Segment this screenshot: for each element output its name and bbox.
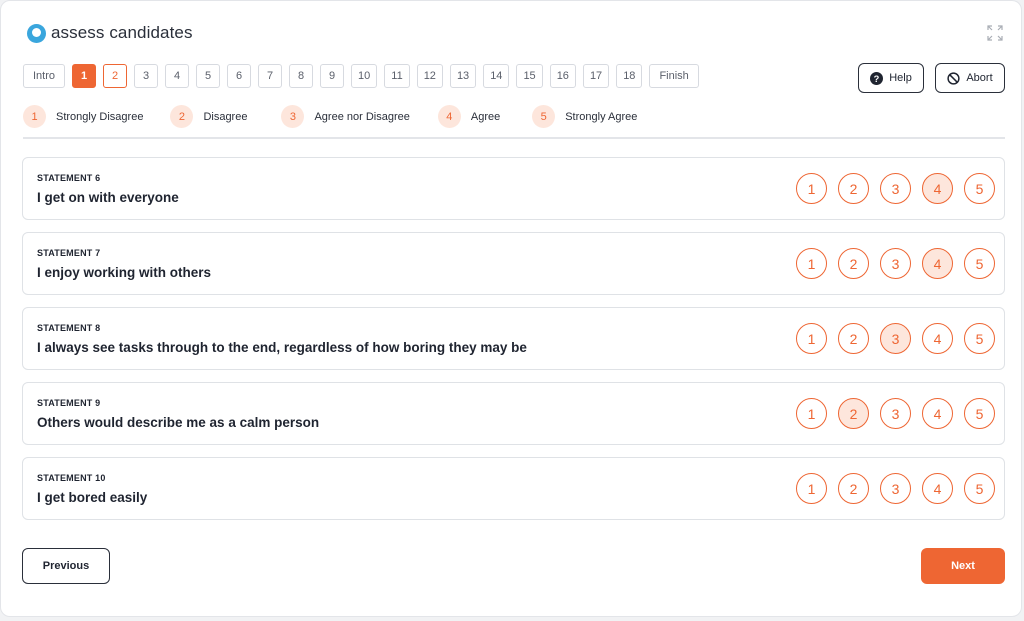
legend-item: 3 Agree nor Disagree — [281, 105, 410, 128]
rating-option-5[interactable]: 5 — [964, 473, 995, 504]
rating-options: 12345 — [796, 173, 995, 204]
rating-option-2[interactable]: 2 — [838, 323, 869, 354]
rating-option-3[interactable]: 3 — [880, 248, 911, 279]
rating-option-1[interactable]: 1 — [796, 473, 827, 504]
rating-option-2[interactable]: 2 — [838, 173, 869, 204]
rating-option-3[interactable]: 3 — [880, 473, 911, 504]
step-9[interactable]: 9 — [320, 64, 345, 88]
previous-button[interactable]: Previous — [22, 548, 110, 584]
rating-option-5[interactable]: 5 — [964, 173, 995, 204]
rating-option-3[interactable]: 3 — [880, 398, 911, 429]
step-7[interactable]: 7 — [258, 64, 283, 88]
rating-option-1[interactable]: 1 — [796, 248, 827, 279]
step-11[interactable]: 11 — [384, 64, 410, 88]
rating-option-5[interactable]: 5 — [964, 398, 995, 429]
step-3[interactable]: 3 — [134, 64, 159, 88]
statement-text: I enjoy working with others — [37, 265, 212, 280]
step-17[interactable]: 17 — [582, 64, 610, 88]
expand-icon[interactable] — [987, 25, 1003, 41]
rating-options: 12345 — [796, 248, 995, 279]
rating-option-4[interactable]: 4 — [922, 398, 953, 429]
statement-text: I get on with everyone — [37, 190, 179, 205]
legend-label: Agree nor Disagree — [314, 110, 410, 123]
statement-text: Others would describe me as a calm perso… — [37, 415, 320, 430]
statement-label: STATEMENT 8 — [37, 323, 101, 333]
legend-number: 1 — [23, 105, 46, 128]
legend-number: 2 — [170, 105, 194, 128]
statement-card: STATEMENT 10 I get bored easily 1 2 3 4 5 — [22, 457, 1005, 520]
statement-card: STATEMENT 9 Others would describe me as a… — [22, 382, 1005, 445]
statement-text: I always see tasks through to the end, r… — [37, 340, 527, 355]
legend-label: Strongly Disagree — [56, 110, 144, 123]
statement-card: STATEMENT 7 I enjoy working with others 1 2… — [22, 232, 1005, 295]
legend-number: 4 — [437, 105, 461, 128]
step-5[interactable]: 5 — [196, 64, 221, 88]
legend-label: Agree — [470, 110, 501, 123]
step-1[interactable]: 1 — [72, 64, 97, 88]
rating-option-5[interactable]: 5 — [964, 248, 995, 279]
rating-options: 12345 — [796, 398, 995, 429]
legend-label: Strongly Agree — [565, 110, 638, 123]
rating-option-3[interactable]: 3 — [880, 323, 911, 354]
statement-card: STATEMENT 8 I always see tasks through to… — [22, 307, 1005, 370]
abort-label: Abort — [966, 72, 993, 84]
abort-button[interactable]: Abort — [935, 63, 1005, 93]
next-button[interactable]: Next — [921, 548, 1005, 584]
legend-label: Disagree — [203, 110, 248, 123]
rating-option-5[interactable]: 5 — [964, 323, 995, 354]
step-18[interactable]: 18 — [616, 64, 643, 88]
step-10[interactable]: 10 — [351, 64, 378, 88]
step-4[interactable]: 4 — [165, 64, 190, 88]
statement-label: STATEMENT 6 — [37, 173, 101, 183]
step-finish[interactable]: Finish — [649, 64, 699, 88]
statement-label: STATEMENT 7 — [37, 248, 101, 258]
rating-option-4[interactable]: 4 — [922, 173, 953, 204]
rating-option-4[interactable]: 4 — [922, 248, 953, 279]
step-13[interactable]: 13 — [449, 64, 477, 88]
statement-label: STATEMENT 10 — [37, 473, 106, 483]
legend-item: 4 Agree — [437, 105, 501, 128]
svg-text:?: ? — [874, 73, 880, 83]
rating-legend: 1 Strongly Disagree 2 Disagree 3 Agree nor Di… — [23, 105, 637, 128]
legend-item: 5 Strongly Agree — [532, 105, 637, 128]
legend-number: 5 — [532, 105, 556, 128]
help-button[interactable]: ? Help — [858, 63, 924, 93]
rating-option-1[interactable]: 1 — [796, 398, 827, 429]
logo-text: assess candidates — [51, 23, 193, 42]
rating-option-2[interactable]: 2 — [838, 398, 869, 429]
step-14[interactable]: 14 — [483, 64, 510, 88]
logo: assess candidates — [27, 23, 193, 43]
step-16[interactable]: 16 — [549, 64, 576, 88]
legend-item: 2 Disagree — [170, 105, 247, 128]
question-circle-icon: ? — [870, 71, 884, 85]
rating-option-2[interactable]: 2 — [838, 248, 869, 279]
help-label: Help — [889, 72, 912, 84]
step-intro[interactable]: Intro — [23, 64, 66, 88]
logo-mark-icon — [27, 23, 46, 43]
step-12[interactable]: 12 — [416, 64, 443, 88]
rating-option-4[interactable]: 4 — [922, 323, 953, 354]
step-2[interactable]: 2 — [103, 64, 128, 88]
divider — [23, 137, 1005, 139]
no-entry-icon — [947, 71, 960, 85]
legend-number: 3 — [281, 105, 305, 128]
assessment-card: assess candidates Intro 1 2 3 4 5 6 7 8 9 10 11 12 13… — [0, 0, 1022, 617]
statement-text: I get bored easily — [37, 490, 148, 505]
step-15[interactable]: 15 — [516, 64, 543, 88]
statement-card: STATEMENT 6 I get on with everyone 1 2 3 4 5 — [22, 157, 1005, 220]
rating-option-1[interactable]: 1 — [796, 323, 827, 354]
rating-option-3[interactable]: 3 — [880, 173, 911, 204]
rating-option-1[interactable]: 1 — [796, 173, 827, 204]
rating-option-2[interactable]: 2 — [838, 473, 869, 504]
step-6[interactable]: 6 — [227, 64, 252, 88]
rating-option-4[interactable]: 4 — [922, 473, 953, 504]
rating-options: 12345 — [796, 323, 995, 354]
statement-label: STATEMENT 9 — [37, 398, 101, 408]
question-stepper: Intro 1 2 3 4 5 6 7 8 9 10 11 12 13 14 15 16 17 18 Finish — [23, 64, 699, 88]
legend-item: 1 Strongly Disagree — [23, 105, 143, 128]
rating-options: 12345 — [796, 473, 995, 504]
step-8[interactable]: 8 — [289, 64, 314, 88]
